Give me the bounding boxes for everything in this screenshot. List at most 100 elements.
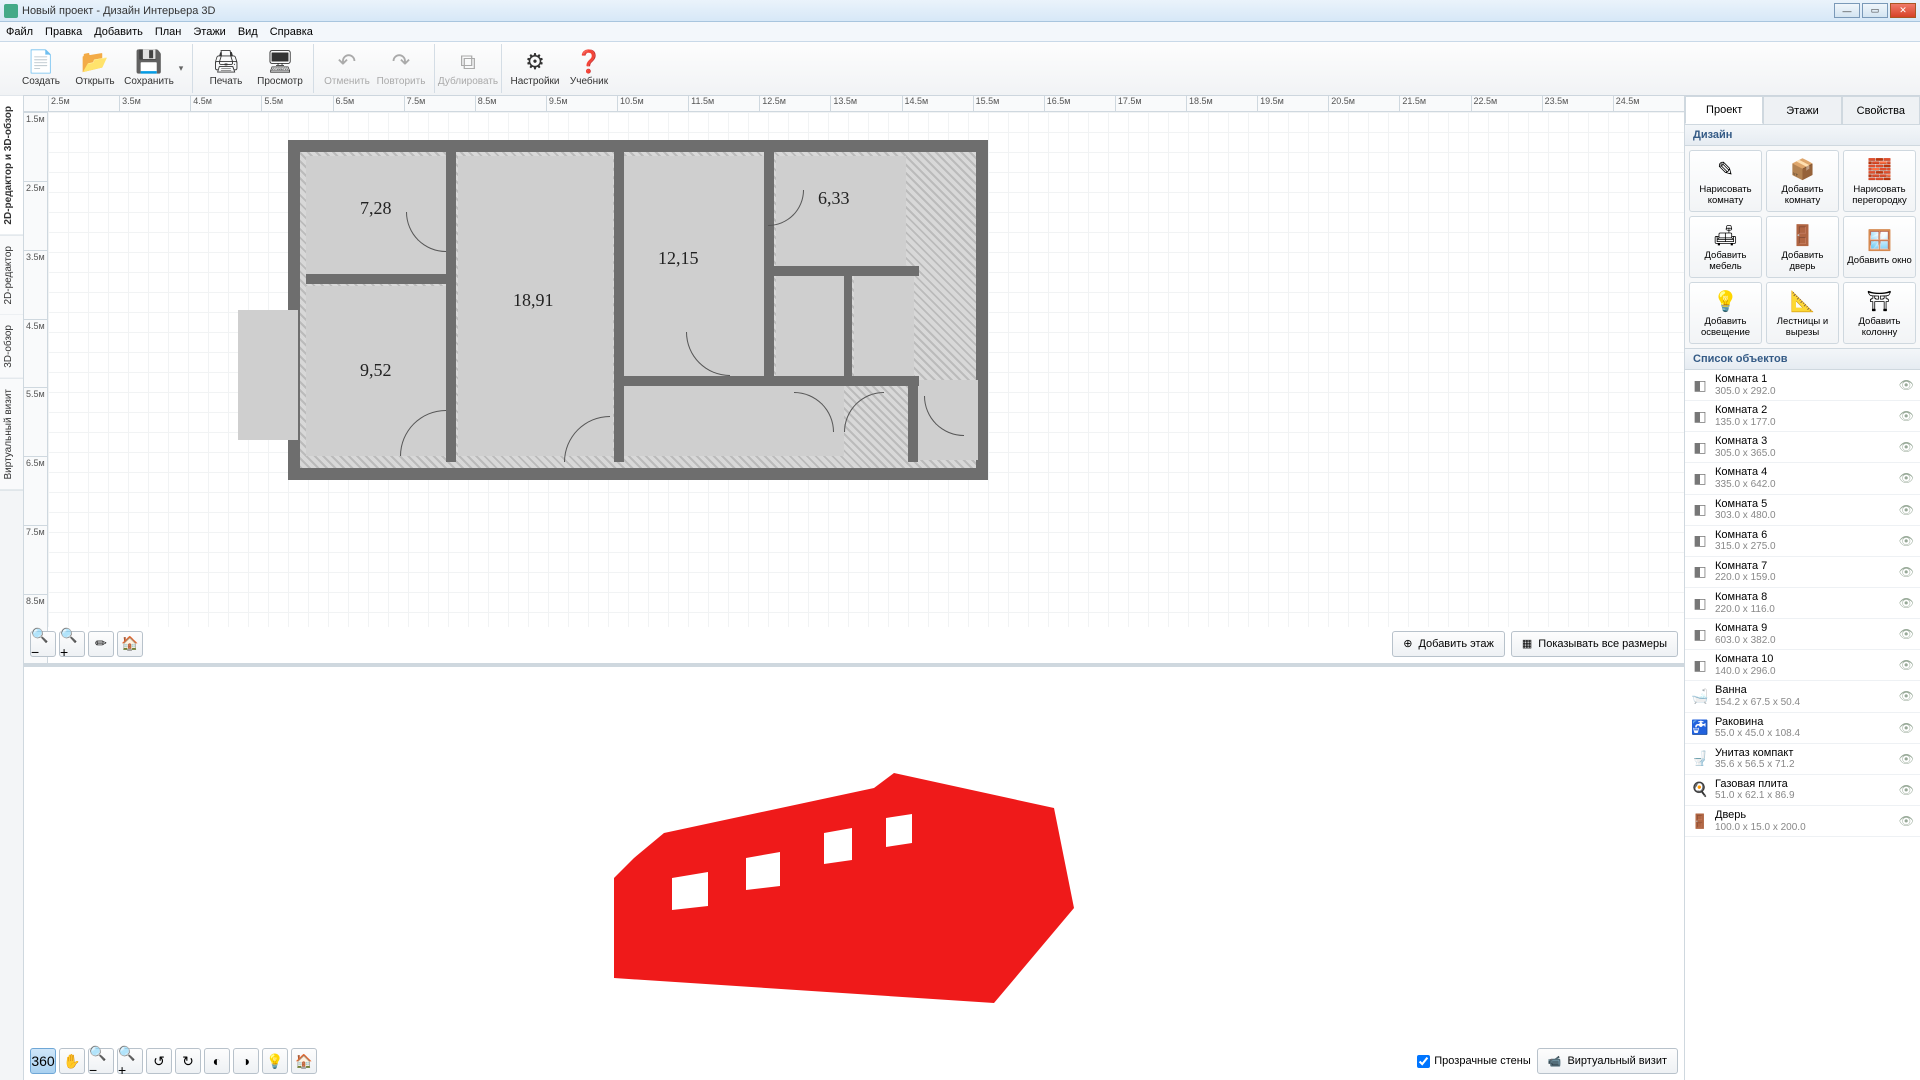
preview-button[interactable]: 🖥Просмотр [253,44,307,94]
object-row[interactable]: 🍳Газовая плита51.0 x 62.1 x 86.9👁 [1685,775,1920,806]
menu-План[interactable]: План [155,26,182,38]
redo-button: ↷Повторить [374,44,428,94]
side-tab-0[interactable]: 2D-редактор и 3D-обзор [0,96,23,236]
right-tab-0[interactable]: Проект [1685,96,1763,124]
save-dropdown[interactable]: ▾ [176,63,186,74]
3d-tool-3[interactable]: 🔍+ [117,1048,143,1074]
menu-Правка[interactable]: Правка [45,26,82,38]
visibility-icon[interactable]: 👁 [1899,783,1914,797]
visibility-icon[interactable]: 👁 [1899,409,1914,423]
object-row[interactable]: 🚰Раковина55.0 x 45.0 x 108.4👁 [1685,713,1920,744]
object-row[interactable]: 🚪Дверь100.0 x 15.0 x 200.0👁 [1685,806,1920,837]
floor-plan-canvas[interactable]: 7,289,5218,9112,156,33 [48,112,1684,627]
2d-action-button[interactable]: ▦Показывать все размеры [1511,631,1678,657]
design-tool-button[interactable]: 🧱Нарисовать перегородку [1843,150,1916,212]
2d-tool-3[interactable]: 🏠 [117,631,143,657]
duplicate-icon: ⧉ [454,50,482,74]
visibility-icon[interactable]: 👁 [1899,378,1914,392]
3d-tool-7[interactable]: ◑ [233,1048,259,1074]
design-tool-button[interactable]: 🪟Добавить окно [1843,216,1916,278]
design-tool-button[interactable]: 💡Добавить освещение [1689,282,1762,344]
design-tool-button[interactable]: ⛩Добавить колонну [1843,282,1916,344]
menu-Вид[interactable]: Вид [238,26,258,38]
3d-tool-2[interactable]: 🔍− [88,1048,114,1074]
menu-Добавить[interactable]: Добавить [94,26,143,38]
object-row[interactable]: ◧Комната 10140.0 x 296.0👁 [1685,650,1920,681]
object-row[interactable]: ◧Комната 3305.0 x 365.0👁 [1685,432,1920,463]
print-button[interactable]: 🖨Печать [199,44,253,94]
menu-Этажи[interactable]: Этажи [193,26,225,38]
visibility-icon[interactable]: 👁 [1899,689,1914,703]
objects-section-header: Список объектов [1685,348,1920,370]
object-icon: ◧ [1691,407,1709,425]
object-row[interactable]: ◧Комната 5303.0 x 480.0👁 [1685,495,1920,526]
visibility-icon[interactable]: 👁 [1899,565,1914,579]
2d-tool-1[interactable]: 🔍+ [59,631,85,657]
object-row[interactable]: ◧Комната 4335.0 x 642.0👁 [1685,463,1920,494]
visibility-icon[interactable]: 👁 [1899,503,1914,517]
visibility-icon[interactable]: 👁 [1899,814,1914,828]
object-row[interactable]: 🛁Ванна154.2 x 67.5 x 50.4👁 [1685,681,1920,712]
room-area-label: 18,91 [513,290,554,311]
design-tool-button[interactable]: 🚪Добавить дверь [1766,216,1839,278]
design-tool-button[interactable]: 📦Добавить комнату [1766,150,1839,212]
room-area-label: 6,33 [818,188,850,209]
3d-tool-1[interactable]: ✋ [59,1048,85,1074]
virtual-visit-button[interactable]: 📹Виртуальный визит [1537,1048,1678,1074]
help-button[interactable]: ❓Учебник [562,44,616,94]
visibility-icon[interactable]: 👁 [1899,752,1914,766]
visibility-icon[interactable]: 👁 [1899,440,1914,454]
visibility-icon[interactable]: 👁 [1899,596,1914,610]
object-row[interactable]: ◧Комната 9603.0 x 382.0👁 [1685,619,1920,650]
maximize-button[interactable]: ▭ [1862,3,1888,18]
open-button[interactable]: 📂Открыть [68,44,122,94]
side-tab-1[interactable]: 2D-редактор [0,236,23,316]
right-tab-2[interactable]: Свойства [1842,96,1920,124]
3d-tool-6[interactable]: ◐ [204,1048,230,1074]
object-row[interactable]: ◧Комната 1305.0 x 292.0👁 [1685,370,1920,401]
object-row[interactable]: ◧Комната 7220.0 x 159.0👁 [1685,557,1920,588]
visibility-icon[interactable]: 👁 [1899,627,1914,641]
main-toolbar: 📄Создать📂Открыть💾Сохранить▾ 🖨Печать🖥Просм… [0,42,1920,96]
visibility-icon[interactable]: 👁 [1899,658,1914,672]
titlebar: Новый проект - Дизайн Интерьера 3D — ▭ ✕ [0,0,1920,22]
right-tab-1[interactable]: Этажи [1763,96,1841,124]
object-row[interactable]: ◧Комната 6315.0 x 275.0👁 [1685,526,1920,557]
2d-tool-0[interactable]: 🔍− [30,631,56,657]
3d-tool-0[interactable]: 360 [30,1048,56,1074]
2d-editor-pane[interactable]: 2.5м3.5м4.5м5.5м6.5м7.5м8.5м9.5м10.5м11.… [24,96,1684,667]
side-tab-3[interactable]: Виртуальный визит [0,379,23,491]
close-button[interactable]: ✕ [1890,3,1916,18]
object-row[interactable]: ◧Комната 2135.0 x 177.0👁 [1685,401,1920,432]
new-icon: 📄 [27,50,55,74]
2d-tool-2[interactable]: ✏ [88,631,114,657]
object-row[interactable]: 🚽Унитаз компакт35.6 x 56.5 x 71.2👁 [1685,744,1920,775]
object-row[interactable]: ◧Комната 8220.0 x 116.0👁 [1685,588,1920,619]
2d-tools-left: 🔍−🔍+✏🏠 [30,631,143,657]
object-list[interactable]: ◧Комната 1305.0 x 292.0👁◧Комната 2135.0 … [1685,370,1920,1080]
visibility-icon[interactable]: 👁 [1899,534,1914,548]
side-tab-2[interactable]: 3D-обзор [0,315,23,379]
new-button[interactable]: 📄Создать [14,44,68,94]
menu-Файл[interactable]: Файл [6,26,33,38]
3d-tool-9[interactable]: 🏠 [291,1048,317,1074]
3d-tool-8[interactable]: 💡 [262,1048,288,1074]
settings-button[interactable]: ⚙Настройки [508,44,562,94]
open-icon: 📂 [81,50,109,74]
object-icon: ◧ [1691,563,1709,581]
save-button[interactable]: 💾Сохранить [122,44,176,94]
minimize-button[interactable]: — [1834,3,1860,18]
3d-view-pane[interactable]: 360✋🔍−🔍+↺↻◐◑💡🏠 Прозрачные стены 📹Виртуал… [24,667,1684,1080]
visibility-icon[interactable]: 👁 [1899,471,1914,485]
visibility-icon[interactable]: 👁 [1899,721,1914,735]
design-tool-button[interactable]: ✎Нарисовать комнату [1689,150,1762,212]
3d-model [574,738,1134,1008]
2d-action-button[interactable]: ⊕Добавить этаж [1392,631,1505,657]
camera-icon: 📹 [1548,1055,1562,1068]
transparent-walls-checkbox[interactable]: Прозрачные стены [1417,1055,1530,1068]
menu-Справка[interactable]: Справка [270,26,313,38]
3d-tool-4[interactable]: ↺ [146,1048,172,1074]
design-tool-button[interactable]: 🛋Добавить мебель [1689,216,1762,278]
3d-tool-5[interactable]: ↻ [175,1048,201,1074]
design-tool-button[interactable]: 📐Лестницы и вырезы [1766,282,1839,344]
